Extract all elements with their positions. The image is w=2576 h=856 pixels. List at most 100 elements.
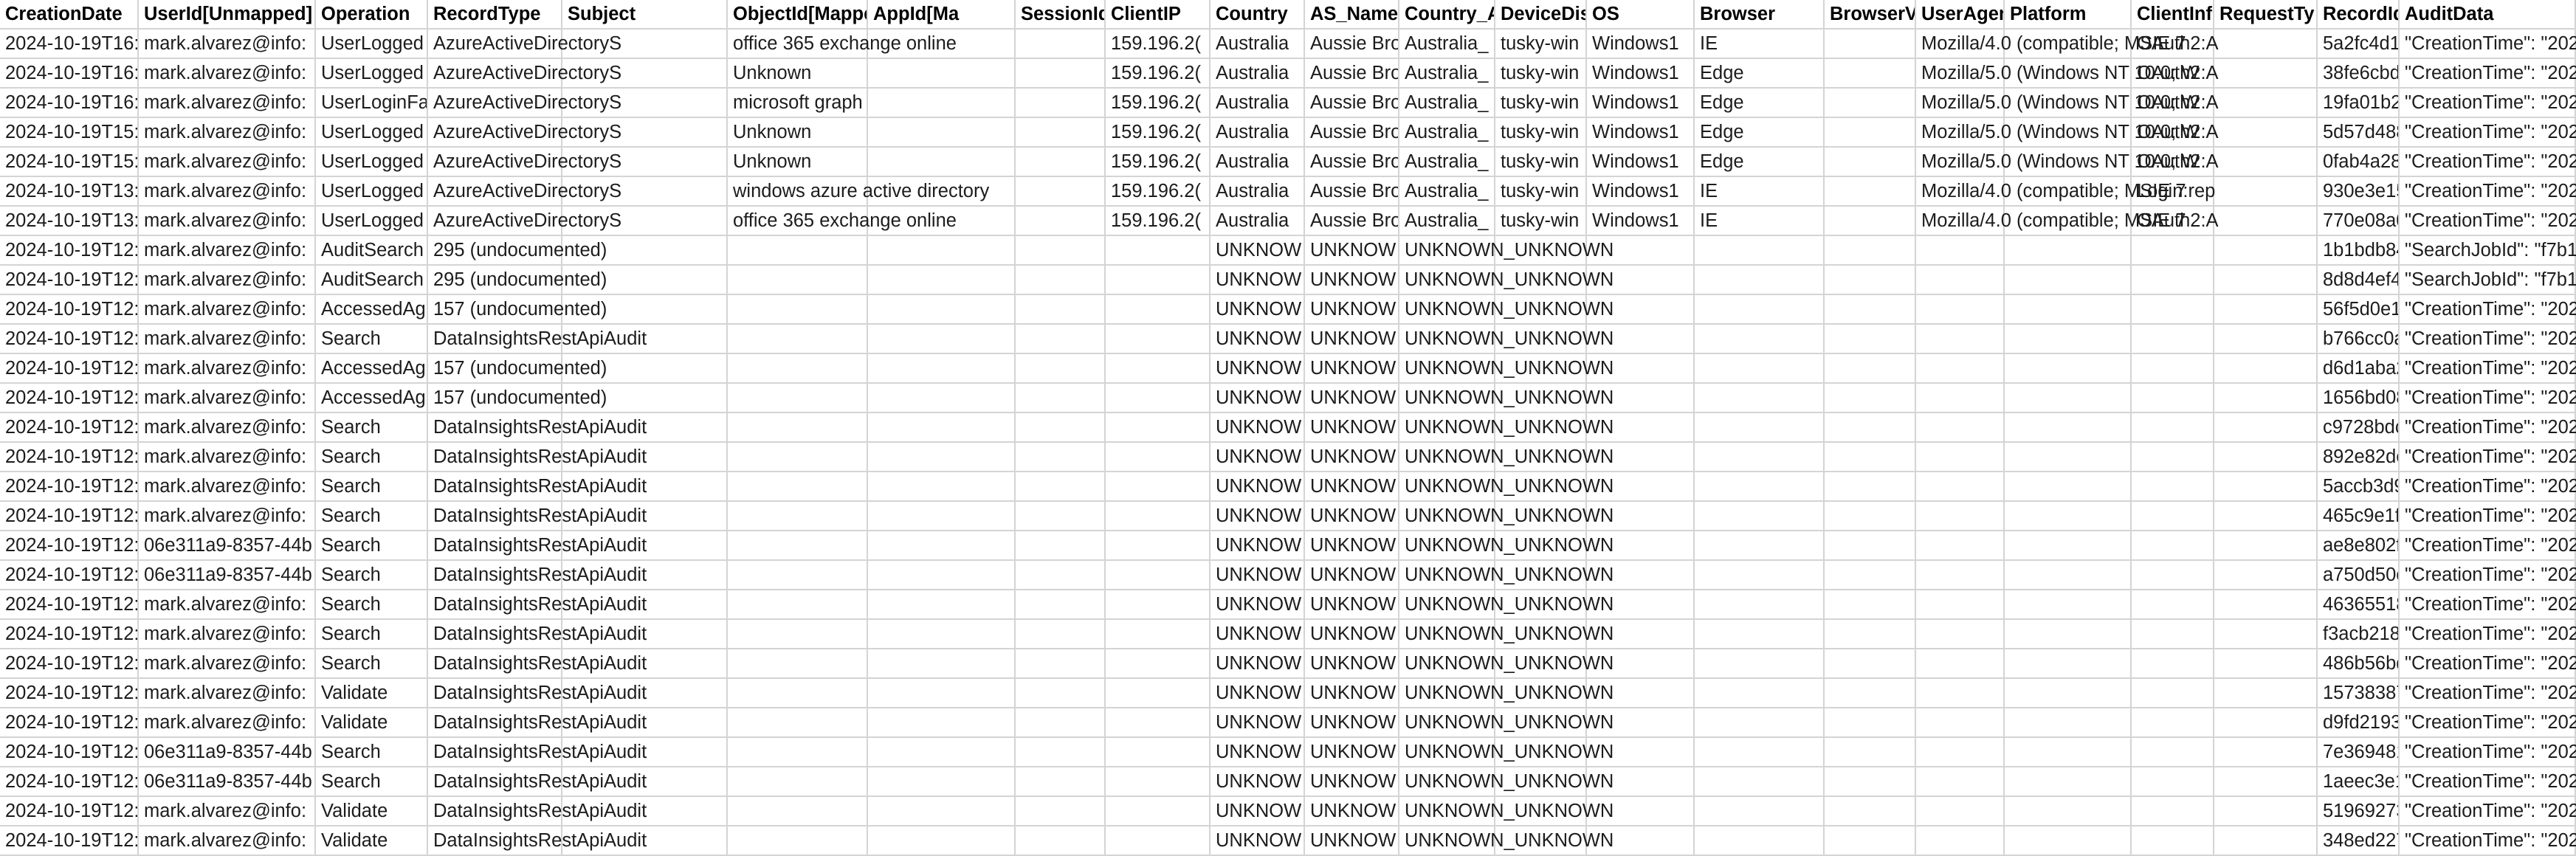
table-cell[interactable]: Australia [1210, 148, 1305, 177]
table-cell[interactable]: AzureActiveDirectoryS [428, 59, 621, 89]
table-cell[interactable] [1016, 620, 1106, 649]
table-cell[interactable]: 1b1bdb84- [2318, 236, 2400, 266]
table-cell[interactable] [868, 679, 1016, 708]
table-cell[interactable]: Mozilla/4.0 (compatible; MSIE 7 [1916, 207, 2186, 236]
table-cell[interactable] [2214, 325, 2318, 354]
table-cell[interactable]: 159.196.2( [1106, 148, 1210, 177]
table-cell[interactable] [1016, 738, 1106, 767]
table-cell[interactable] [1106, 590, 1210, 620]
table-cell[interactable] [2132, 325, 2214, 354]
table-cell[interactable] [1916, 826, 2005, 856]
table-cell[interactable] [2214, 59, 2318, 89]
table-cell[interactable]: 2024-10-19T12: [0, 738, 139, 767]
table-cell[interactable]: Unknown [728, 59, 868, 89]
column-header[interactable]: RecordType [428, 0, 562, 30]
table-cell[interactable] [728, 767, 868, 797]
table-cell[interactable]: office 365 exchange online [728, 207, 957, 236]
table-cell[interactable]: "CreationTime": "2024-10-19T12:4: [2400, 443, 2576, 472]
table-cell[interactable] [2214, 177, 2318, 207]
table-cell[interactable]: UNKNOWN_UNKNOWN [1399, 236, 1614, 266]
table-cell[interactable] [2214, 561, 2318, 590]
table-cell[interactable] [2005, 531, 2132, 561]
table-cell[interactable]: Edge [1695, 59, 1825, 89]
table-cell[interactable]: Windows1 [1587, 89, 1695, 118]
table-cell[interactable]: 56f5d0e1- [2318, 295, 2400, 325]
table-cell[interactable]: Search [316, 767, 428, 797]
table-cell[interactable] [1916, 443, 2005, 472]
table-cell[interactable]: UNKNOW [1210, 708, 1305, 738]
table-cell[interactable]: UNKNOW [1210, 472, 1305, 502]
table-cell[interactable] [1825, 797, 1916, 826]
table-cell[interactable]: UNKNOWN_UNKNOWN [1399, 266, 1614, 295]
table-cell[interactable] [1695, 472, 1825, 502]
table-cell[interactable] [868, 118, 1016, 148]
table-cell[interactable] [1106, 531, 1210, 561]
table-cell[interactable]: Validate [316, 708, 428, 738]
table-cell[interactable]: DataInsightsRestApiAudit [428, 738, 647, 767]
column-header[interactable]: CreationDate [0, 0, 139, 30]
table-cell[interactable]: tusky-win [1495, 59, 1587, 89]
table-cell[interactable] [1695, 443, 1825, 472]
table-cell[interactable]: mark.alvarez@info: [139, 30, 316, 59]
table-cell[interactable]: Mozilla/5.0 (Windows NT 10.0; W [1916, 59, 2199, 89]
table-cell[interactable]: 2024-10-19T12: [0, 708, 139, 738]
table-cell[interactable] [868, 89, 1016, 118]
table-cell[interactable]: 5accb3d9- [2318, 472, 2400, 502]
table-cell[interactable]: DataInsightsRestApiAudit [428, 413, 647, 443]
table-cell[interactable]: UNKNOWN_UNKNOWN [1399, 502, 1614, 531]
table-cell[interactable]: UNKNOWN_UNKNOWN [1399, 472, 1614, 502]
table-cell[interactable] [2132, 620, 2214, 649]
table-cell[interactable]: UNKNOW [1305, 649, 1399, 679]
table-cell[interactable] [1106, 738, 1210, 767]
table-cell[interactable] [1825, 826, 1916, 856]
table-cell[interactable] [2132, 295, 2214, 325]
table-cell[interactable]: UNKNOWN_UNKNOWN [1399, 826, 1614, 856]
table-cell[interactable]: mark.alvarez@info: [139, 177, 316, 207]
table-cell[interactable]: UNKNOW [1305, 590, 1399, 620]
table-cell[interactable]: UNKNOW [1210, 236, 1305, 266]
table-cell[interactable] [1106, 767, 1210, 797]
table-cell[interactable] [1825, 384, 1916, 413]
table-cell[interactable] [1825, 148, 1916, 177]
table-cell[interactable]: UNKNOW [1210, 826, 1305, 856]
table-cell[interactable]: Windows1 [1587, 30, 1695, 59]
table-cell[interactable] [2132, 502, 2214, 531]
table-cell[interactable] [1825, 531, 1916, 561]
column-header[interactable]: SessionId [1016, 0, 1106, 30]
table-cell[interactable]: Mozilla/4.0 (compatible; MSIE 7 [1916, 177, 2186, 207]
table-cell[interactable] [1106, 295, 1210, 325]
column-header[interactable]: UserId[Unmapped] [139, 0, 316, 30]
table-cell[interactable]: UserLogged [316, 177, 428, 207]
table-cell[interactable]: 2024-10-19T12: [0, 590, 139, 620]
table-cell[interactable] [2214, 708, 2318, 738]
table-cell[interactable]: 2024-10-19T12: [0, 767, 139, 797]
table-cell[interactable]: UserLogged [316, 59, 428, 89]
table-cell[interactable] [1106, 413, 1210, 443]
table-cell[interactable]: 7e369481- [2318, 738, 2400, 767]
table-cell[interactable] [868, 738, 1016, 767]
table-cell[interactable] [1695, 826, 1825, 856]
column-header[interactable]: Browser [1695, 0, 1825, 30]
table-cell[interactable] [868, 767, 1016, 797]
table-cell[interactable] [1106, 236, 1210, 266]
column-header[interactable]: Operation [316, 0, 428, 30]
table-cell[interactable] [1106, 384, 1210, 413]
table-cell[interactable]: "CreationTime": "2024-10-19T12:4: [2400, 295, 2576, 325]
table-cell[interactable]: Search [316, 502, 428, 531]
table-cell[interactable]: UNKNOW [1210, 561, 1305, 590]
table-cell[interactable] [1695, 295, 1825, 325]
table-cell[interactable] [1695, 649, 1825, 679]
table-cell[interactable]: Aussie Bro [1305, 59, 1399, 89]
table-cell[interactable]: 157 (undocumented) [428, 384, 607, 413]
table-cell[interactable]: UNKNOW [1210, 649, 1305, 679]
table-cell[interactable] [2214, 738, 2318, 767]
table-cell[interactable]: UNKNOW [1210, 325, 1305, 354]
table-cell[interactable]: DataInsightsRestApiAudit [428, 443, 647, 472]
table-cell[interactable]: UNKNOW [1305, 767, 1399, 797]
table-cell[interactable]: UNKNOW [1305, 384, 1399, 413]
table-cell[interactable]: Windows1 [1587, 177, 1695, 207]
table-cell[interactable]: AzureActiveDirectoryS [428, 118, 621, 148]
table-cell[interactable]: mark.alvarez@info: [139, 620, 316, 649]
table-cell[interactable] [1016, 826, 1106, 856]
table-cell[interactable] [728, 325, 868, 354]
